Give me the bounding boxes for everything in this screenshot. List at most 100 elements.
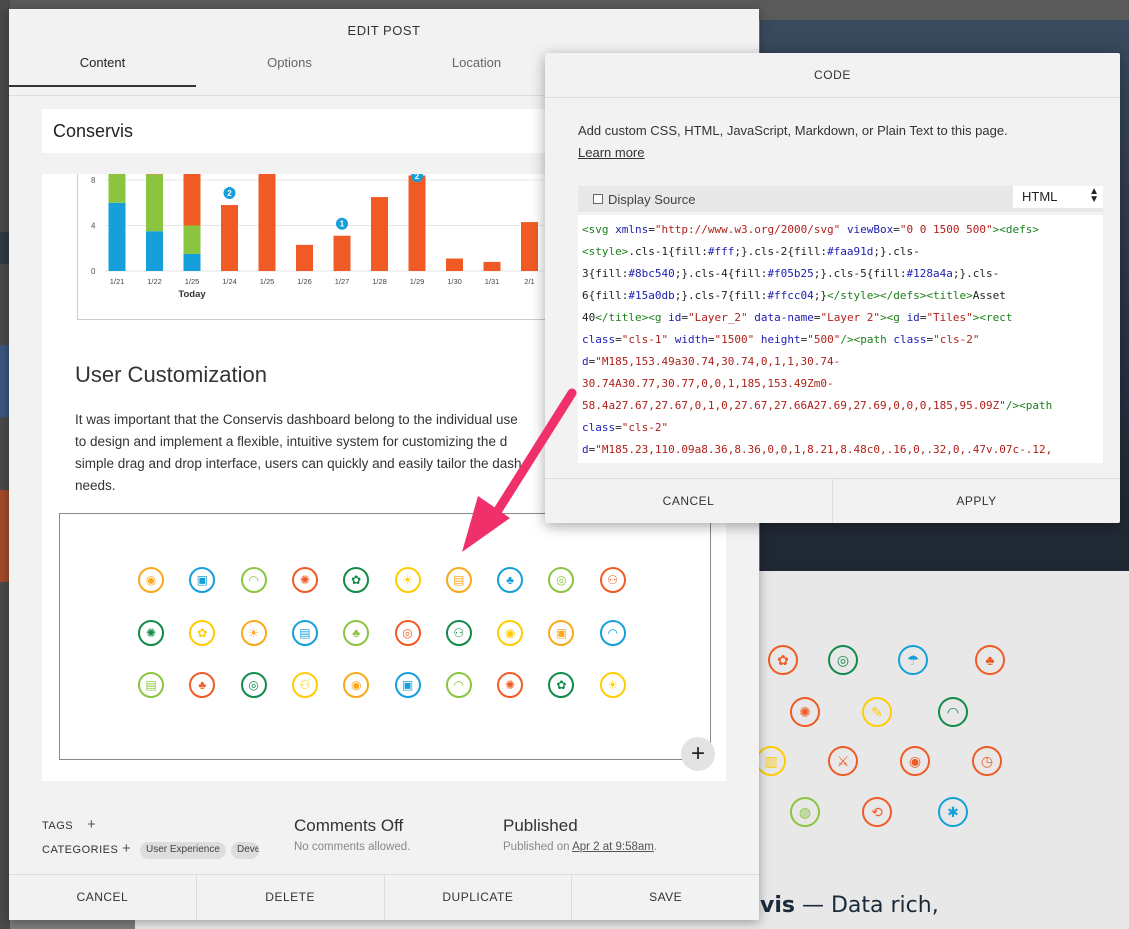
published-subtitle: Published on Apr 2 at 9:58am. (503, 841, 658, 853)
background-icon: ◎ (828, 645, 858, 675)
dashboard-widget-icon: ◉ (138, 567, 164, 593)
chart-y-tick-label: 0 (91, 267, 96, 276)
chart-x-tick-label: 1/31 (485, 277, 500, 286)
dashboard-widget-icon: ⚇ (291, 672, 318, 698)
dialog-description: Add custom CSS, HTML, JavaScript, Markdo… (578, 123, 1008, 138)
comments-title[interactable]: Comments Off (294, 816, 403, 836)
panel-title: EDIT POST (347, 23, 421, 38)
background-icon: ☂ (898, 645, 928, 675)
dashboard-widget-icon: ✿ (548, 672, 575, 698)
background-icon: ♣ (975, 645, 1005, 675)
dashboard-widget-icon: ⚇ (599, 567, 626, 593)
chart-x-tick-label: 1/30 (447, 277, 462, 286)
chart-bar (333, 235, 351, 271)
chart-y-tick-label: 8 (91, 176, 96, 185)
dashboard-widget-icon: ✿ (343, 567, 370, 593)
section-heading: User Customization (75, 362, 267, 387)
chart-x-tick-label: 1/26 (297, 277, 312, 286)
background-icon: ◷ (972, 746, 1002, 776)
chart-bar (183, 253, 201, 271)
code-block-preview[interactable]: ◉ ▣ ◠ ✺ ✿ ☀ ▤ ♣ ◎ ⚇ ✺ ✿ ☀ ▤ ♣ ◎ ⚇ ◉ ▣ ◠ ▤ ♣ ◎ ⚇ ◉ ▣ ◠ ✺ ✿ ☀ (59, 513, 711, 760)
chart-x-tick-label: 1/25 (260, 277, 275, 286)
dashboard-widget-icon: ✺ (291, 567, 318, 593)
dialog-cancel-button[interactable]: CANCEL (545, 479, 833, 523)
chart-x-tick-label: 1/27 (335, 277, 350, 286)
chart-x-tick-label: 1/24 (222, 277, 237, 286)
dashboard-widget-icon: ☀ (599, 672, 626, 698)
chart-x-tick-label: 2/1 (524, 277, 534, 286)
background-icon: ◉ (900, 746, 930, 776)
chart-today-label: Today (178, 289, 206, 300)
save-button[interactable]: SAVE (572, 875, 759, 920)
chart-x-tick-label: 1/22 (147, 277, 162, 286)
chart-badge-label: 2 (227, 189, 232, 198)
display-source-checkbox[interactable] (593, 194, 603, 204)
dashboard-widget-icon: ◠ (599, 619, 626, 646)
background-icon: ✿ (768, 645, 798, 675)
dashboard-widget-icon: ◠ (445, 672, 472, 698)
tab-location[interactable]: Location (383, 56, 570, 95)
background-tagline: vis — Data rich, (760, 893, 939, 918)
code-editor[interactable]: <svg xmlns="http://www.w3.org/2000/svg" … (578, 215, 1103, 463)
learn-more-link[interactable]: Learn more (578, 145, 644, 160)
background-icon: ◠ (938, 697, 968, 727)
language-value: HTML (1022, 189, 1058, 204)
published-date-link[interactable]: Apr 2 at 9:58am (572, 841, 654, 853)
dashboard-widget-icon: ▤ (291, 619, 318, 646)
tags-label: TAGS (42, 820, 74, 832)
chart-bar (258, 174, 276, 271)
background-icon: ✺ (790, 697, 820, 727)
dashboard-widget-icon: ◎ (394, 619, 421, 646)
duplicate-button[interactable]: DUPLICATE (385, 875, 573, 920)
tab-content[interactable]: Content (9, 56, 196, 87)
chart-x-tick-label: 1/28 (372, 277, 387, 286)
categories-label: CATEGORIES (42, 844, 119, 856)
background-icon: ⟲ (862, 797, 892, 827)
add-category-button[interactable]: + (122, 840, 131, 857)
chart-bar (446, 258, 463, 271)
dashboard-widget-icon: ✺ (138, 619, 164, 646)
display-source-label[interactable]: Display Source (608, 192, 695, 207)
dashboard-widget-icon: ☀ (240, 619, 267, 646)
chart-bar (221, 205, 238, 271)
add-tag-button[interactable]: + (87, 816, 96, 833)
delete-button[interactable]: DELETE (197, 875, 385, 920)
chart-bar (296, 244, 313, 271)
dashboard-widget-icon: ▤ (138, 672, 164, 698)
dashboard-widget-icon: ◉ (497, 619, 524, 646)
dashboard-widget-icon: ⚇ (445, 619, 472, 646)
category-chip[interactable]: Deve (231, 842, 259, 859)
chart-x-tick-label: 1/21 (110, 277, 125, 286)
published-title[interactable]: Published (503, 816, 578, 836)
category-chip[interactable]: User Experience (140, 842, 226, 859)
add-block-button[interactable]: + (681, 737, 715, 771)
dashboard-widget-icon: ◉ (343, 672, 370, 698)
chart-badge-label: 2 (415, 174, 420, 181)
chart-bar (408, 175, 426, 271)
background-icon: ▥ (756, 746, 786, 776)
dashboard-widget-icon: ▣ (394, 672, 421, 698)
chart-bar (483, 261, 501, 271)
apply-button[interactable]: APPLY (833, 479, 1120, 523)
dashboard-widget-icon: ◠ (240, 567, 267, 593)
dashboard-widget-icon: ♣ (189, 672, 216, 698)
chart-bar (371, 197, 388, 271)
comments-subtitle: No comments allowed. (294, 841, 411, 853)
select-arrows-icon: ▲ ▼ (1089, 186, 1099, 205)
background-icon: ◍ (790, 797, 820, 827)
dashboard-widget-icon: ◎ (548, 567, 575, 593)
language-select[interactable]: HTML ▲ ▼ (1013, 186, 1103, 208)
background-icon: ✎ (862, 697, 892, 727)
dashboard-widget-icon: ◎ (240, 672, 267, 698)
dashboard-widget-icon: ✺ (497, 672, 524, 698)
tab-options[interactable]: Options (196, 56, 383, 95)
background-icon: ⚔ (828, 746, 858, 776)
dashboard-widget-icon: ▣ (548, 619, 575, 646)
cancel-button[interactable]: CANCEL (9, 875, 197, 920)
panel-footer: CANCEL DELETE DUPLICATE SAVE (9, 874, 759, 920)
chart-bar (521, 222, 538, 271)
dashboard-widget-icon: ♣ (343, 619, 370, 646)
dashboard-widget-icon: ▤ (445, 567, 472, 593)
chart-bar (108, 174, 126, 203)
chart-x-tick-label: 1/29 (410, 277, 425, 286)
